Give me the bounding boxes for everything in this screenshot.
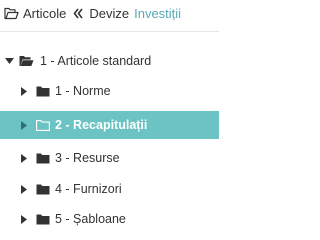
caret-right-icon[interactable] bbox=[19, 214, 29, 224]
tab-devize[interactable]: Devize bbox=[89, 6, 129, 21]
folder-open-icon bbox=[19, 55, 34, 67]
caret-right-icon[interactable] bbox=[19, 184, 29, 194]
folder-icon bbox=[36, 214, 50, 225]
header-divider bbox=[0, 31, 219, 32]
collapse-panel-button[interactable] bbox=[73, 8, 83, 19]
caret-down-icon[interactable] bbox=[4, 56, 14, 66]
folder-icon bbox=[36, 184, 50, 195]
tree-node-root[interactable]: 1 - Articole standard bbox=[0, 46, 219, 76]
tab-articole[interactable]: Articole bbox=[0, 6, 66, 21]
caret-right-icon[interactable] bbox=[19, 153, 29, 163]
tree-node-label: 2 - Recapitulații bbox=[55, 118, 148, 132]
tree-node-label: 1 - Norme bbox=[55, 84, 111, 98]
tree-node-label: 5 - Șabloane bbox=[55, 212, 126, 226]
articole-panel: Articole Devize Investiții 1 - Articole … bbox=[0, 0, 219, 233]
caret-right-icon[interactable] bbox=[19, 120, 29, 130]
tree-node-recapitulatii[interactable]: 2 - Recapitulații bbox=[0, 111, 219, 139]
tab-investitii[interactable]: Investiții bbox=[134, 6, 181, 21]
double-chevron-left-icon bbox=[73, 8, 83, 18]
tree-node-label: 4 - Furnizori bbox=[55, 182, 122, 196]
tree-node-norme[interactable]: 1 - Norme bbox=[0, 76, 219, 106]
tree-node-furnizori[interactable]: 4 - Furnizori bbox=[0, 174, 219, 204]
folder-outline-icon bbox=[36, 119, 50, 131]
tree-node-sabloane[interactable]: 5 - Șabloane bbox=[0, 204, 219, 234]
caret-right-icon[interactable] bbox=[19, 86, 29, 96]
folder-icon bbox=[36, 153, 50, 164]
top-bar: Articole Devize Investiții bbox=[0, 0, 219, 26]
tree-node-label: 1 - Articole standard bbox=[40, 54, 152, 68]
tree-node-resurse[interactable]: 3 - Resurse bbox=[0, 143, 219, 173]
folder-open-icon bbox=[4, 7, 19, 20]
tree-node-label: 3 - Resurse bbox=[55, 151, 120, 165]
tab-articole-label: Articole bbox=[23, 5, 67, 21]
folder-icon bbox=[36, 86, 50, 97]
